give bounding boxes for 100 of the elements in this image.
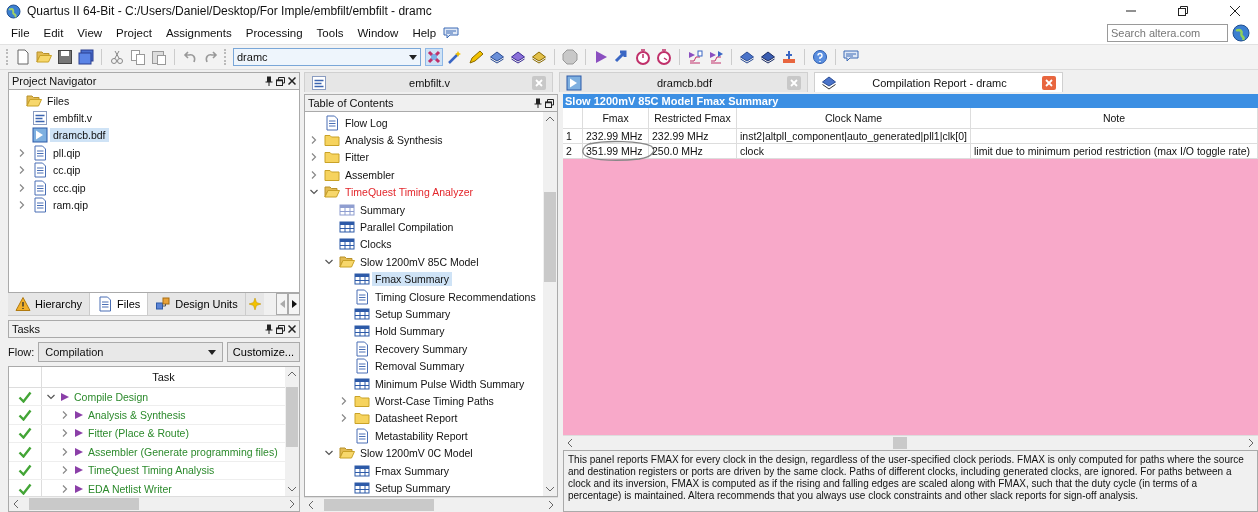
tree-item[interactable]: Removal Summary [372, 359, 468, 374]
chevron-right-icon[interactable] [309, 152, 319, 163]
chevron-right-icon[interactable] [60, 465, 70, 476]
tree-item[interactable]: Flow Log [342, 115, 391, 130]
scroll-right-button[interactable] [288, 293, 300, 315]
wand-icon[interactable] [447, 49, 463, 65]
menu-item[interactable]: Assignments [158, 27, 239, 39]
menu-item[interactable]: Project [109, 27, 159, 39]
tree-item[interactable]: Fmax Summary [372, 463, 453, 478]
tree-item[interactable]: Fitter [342, 150, 372, 165]
chevron-right-icon[interactable] [17, 200, 27, 211]
play-icon[interactable] [74, 446, 84, 457]
scissors-icon[interactable] [109, 49, 125, 65]
comment-icon[interactable] [443, 26, 460, 40]
save-icon[interactable] [57, 49, 73, 65]
save-all-icon[interactable] [78, 49, 94, 65]
tree-item[interactable]: Assembler [342, 167, 398, 182]
chevron-right-icon[interactable] [60, 483, 70, 494]
tree-item[interactable]: Timing Closure Recommendations [372, 289, 539, 304]
tree-item[interactable]: Clocks [357, 237, 395, 252]
help-icon[interactable] [812, 49, 828, 65]
menu-item[interactable]: Help [405, 27, 444, 39]
tab[interactable]: Compilation Report - dramc [814, 72, 1063, 92]
chevron-right-icon[interactable] [309, 169, 319, 180]
tree-item[interactable]: Minimum Pulse Width Summary [372, 376, 528, 391]
tree-item[interactable]: Datasheet Report [372, 411, 461, 426]
chevron-right-icon[interactable] [60, 410, 70, 421]
globe-icon[interactable] [1232, 24, 1250, 42]
menu-item[interactable]: File [4, 27, 37, 39]
chevron-right-icon[interactable] [17, 147, 27, 158]
menu-item[interactable]: Tools [309, 27, 351, 39]
paste-icon[interactable] [151, 49, 167, 65]
tree-item[interactable]: Recovery Summary [372, 341, 471, 356]
flow-dropdown[interactable]: Compilation [38, 342, 223, 362]
tree-item[interactable]: Summary [357, 202, 408, 217]
stopwatch-icon[interactable] [635, 49, 651, 65]
tree-item[interactable]: Hold Summary [372, 324, 448, 339]
task-item[interactable]: Assembler (Generate programming files) [88, 445, 278, 458]
tab[interactable]: Hierarchy [8, 293, 91, 315]
tree-item[interactable]: Setup Summary [372, 480, 454, 495]
customize-button[interactable]: Customize... [226, 342, 300, 362]
tree-item[interactable]: pll.qip [50, 145, 84, 160]
task-item[interactable]: Fitter (Place & Route) [88, 427, 189, 440]
pin-icon[interactable] [265, 76, 273, 86]
pin-icon[interactable] [265, 324, 273, 334]
float-icon[interactable] [545, 98, 554, 108]
undo-icon[interactable] [182, 49, 198, 65]
tree-item[interactable]: Files [44, 93, 73, 108]
tree-item[interactable]: TimeQuest Timing Analyzer [342, 185, 476, 200]
chevron-right-icon[interactable] [339, 413, 349, 424]
close-icon[interactable] [288, 325, 296, 333]
chevron-right-icon[interactable] [339, 395, 349, 406]
play-icon[interactable] [74, 465, 84, 476]
tree-item[interactable]: Analysis & Synthesis [342, 133, 446, 148]
tree-item[interactable]: ccc.qip [50, 180, 89, 195]
arrow-icon[interactable] [614, 49, 630, 65]
chevron-right-icon[interactable] [60, 446, 70, 457]
menu-item[interactable]: View [70, 27, 110, 39]
play-icon[interactable] [74, 428, 84, 439]
tab[interactable]: Files [90, 293, 149, 315]
chevron-right-icon[interactable] [309, 135, 319, 146]
play-icon[interactable] [60, 391, 70, 402]
tab[interactable]: embfilt.v [304, 72, 553, 92]
close-icon[interactable] [288, 77, 296, 85]
tree-item[interactable]: embfilt.v [50, 111, 96, 126]
task-item[interactable]: EDA Netlist Writer [88, 482, 172, 495]
task-item[interactable]: TimeQuest Timing Analysis [88, 464, 215, 477]
menu-item[interactable]: Processing [238, 27, 310, 39]
stop-icon[interactable] [562, 49, 578, 65]
play-icon[interactable] [74, 410, 84, 421]
play-icon[interactable] [74, 483, 84, 494]
chevron-right-icon[interactable] [17, 182, 27, 193]
tree-item[interactable]: Worst-Case Timing Paths [372, 393, 497, 408]
tree-item[interactable]: ram.qip [50, 198, 91, 213]
tree-item[interactable]: Fmax Summary [372, 272, 453, 287]
stopwatch-icon[interactable] [656, 49, 672, 65]
tab[interactable]: Design Units [148, 293, 246, 315]
menu-item[interactable]: Window [350, 27, 406, 39]
play-icon[interactable] [593, 49, 609, 65]
float-icon[interactable] [276, 324, 285, 334]
search-field[interactable]: Search altera.com [1107, 24, 1228, 42]
copy-icon[interactable] [130, 49, 146, 65]
new-file-icon[interactable] [15, 49, 31, 65]
close-button[interactable] [1042, 75, 1056, 90]
tree-item[interactable]: Metastability Report [372, 428, 471, 443]
pencil-icon[interactable] [468, 49, 484, 65]
tree-item[interactable]: Slow 1200mV 85C Model [357, 254, 482, 269]
chevron-right-icon[interactable] [17, 165, 27, 176]
float-icon[interactable] [276, 76, 285, 86]
tree-item[interactable]: Setup Summary [372, 307, 454, 321]
task-item[interactable]: Compile Design [74, 390, 149, 403]
tree-item[interactable]: dramcb.bdf [50, 128, 109, 143]
tree-item[interactable]: cc.qip [50, 163, 84, 178]
open-folder-icon[interactable] [36, 49, 52, 65]
tree-item[interactable]: Slow 1200mV 0C Model [357, 446, 476, 461]
tree-item[interactable]: Parallel Compilation [357, 220, 457, 235]
task-item[interactable]: Analysis & Synthesis [88, 409, 186, 422]
entity-dropdown[interactable]: dramc [233, 48, 421, 66]
tab[interactable]: dramcb.bdf [559, 72, 808, 92]
menu-item[interactable]: Edit [36, 27, 71, 39]
